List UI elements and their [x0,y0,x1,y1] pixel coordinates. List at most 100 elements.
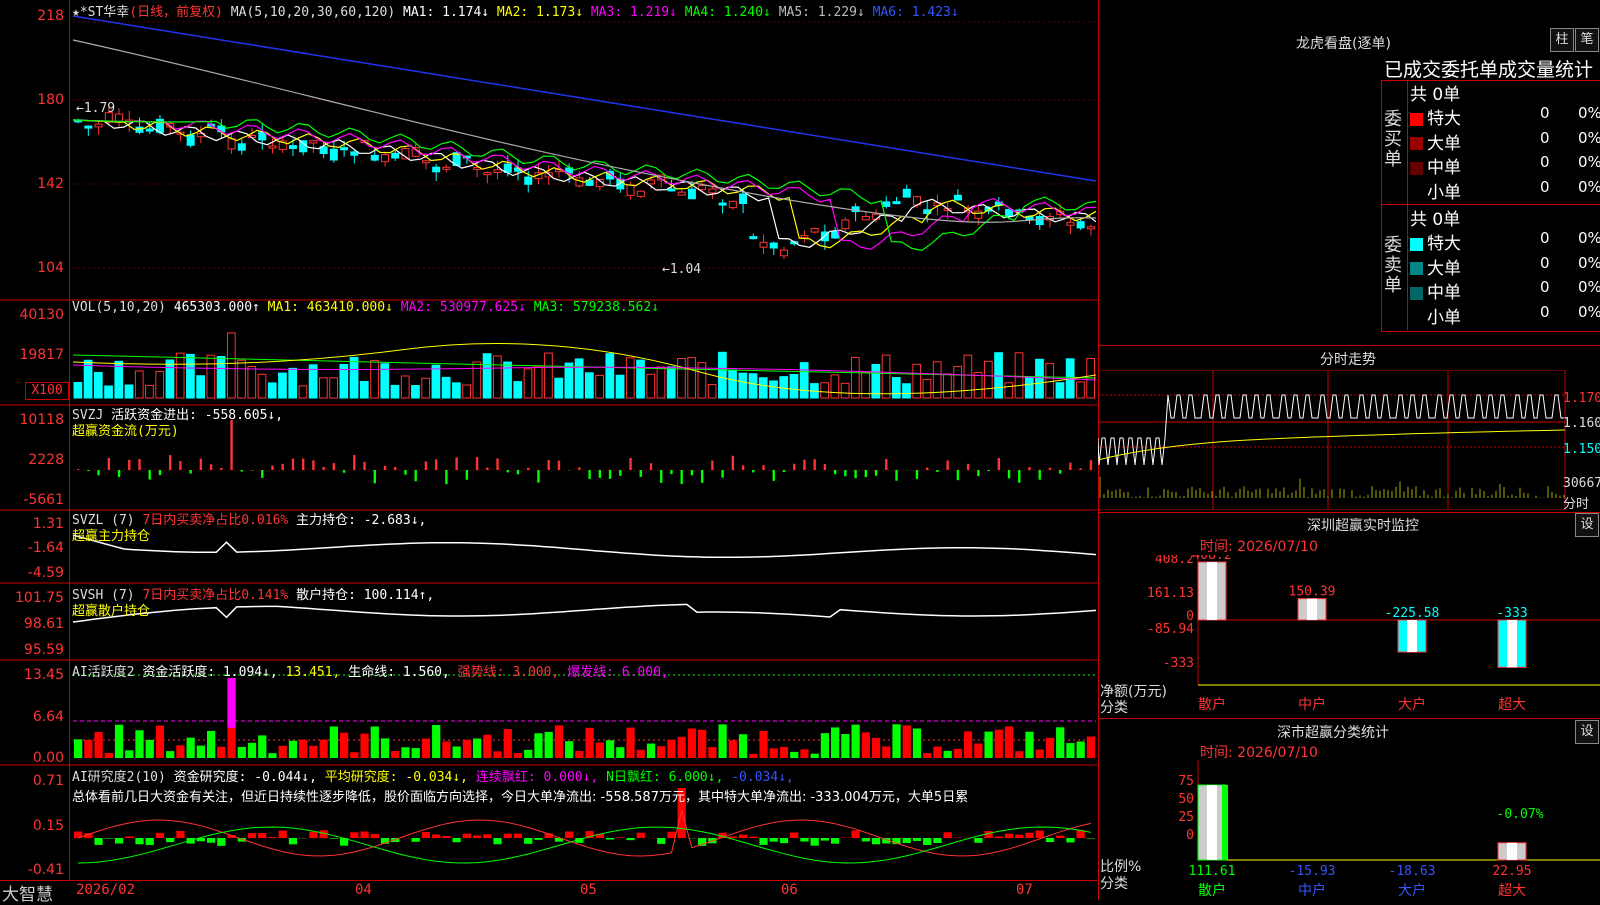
classify-settings-button[interactable]: 设 [1575,720,1599,744]
order-name: 中单 [1427,158,1461,178]
order-row: 大单00% [1410,254,1600,276]
svsh-axis-2: 98.61 [0,616,64,632]
ai-research-a: 资金研究度: -0.044↓, [174,770,317,785]
intraday-avg-line [1098,430,1565,460]
order-row: 大单00% [1410,129,1600,151]
intraday-axis-3: 1.150 [1563,442,1600,457]
svzj-axis-2: 2228 [0,452,64,468]
order-row: 中单00% [1410,278,1600,300]
ma1-value: MA1: 1.174↓ [403,5,489,20]
svzl-axis-2: -1.64 [0,540,64,556]
svzl-sub: 超赢主力持仓 [72,525,150,544]
monitor-xlabel: 分类 [1100,697,1128,717]
classify-bar-shine [1507,843,1517,860]
intraday-chart[interactable] [1098,370,1600,510]
vol-ma2: MA2: 530977.625↓ [401,300,526,315]
ai-active-c: 生命线: 1.560, [348,665,450,680]
classify-bar-value: 22.95 [1492,864,1531,879]
classify-title: 深市超赢分类统计 [1277,722,1389,742]
order-name: 中单 [1427,283,1461,303]
intraday-vol: 30667 [1563,476,1600,491]
order-row: 特大 0 0% [1410,229,1600,251]
ma4-value: MA4: 1.240↓ [685,5,771,20]
monitor-settings-button[interactable]: 设 [1575,513,1599,537]
svzl-value: 主力持仓: -2.683↓, [296,513,426,528]
classify-top-label: -0.07% [1497,807,1544,822]
order-count: 0 [1540,254,1550,272]
bar-mode-button[interactable]: 柱 [1550,28,1574,52]
order-pct: 0% [1578,254,1600,272]
candle-axis-4: 104 [0,260,64,276]
candle-axis-2: 180 [0,92,64,108]
order-color-swatch [1410,311,1423,324]
vol-ma3: MA3: 579238.562↓ [534,300,659,315]
order-color-swatch [1410,162,1423,175]
classify-bar-value: -18.63 [1389,864,1436,879]
monitor-time: 时间: 2026/07/10 [1200,536,1318,556]
monitor-bar-value: -225.58 [1385,606,1440,621]
order-pct: 0% [1578,129,1600,147]
vol-axis-2: 19817 [0,347,64,363]
monitor-axis-tick: -85.94 [1147,622,1194,637]
order-color-swatch [1410,186,1423,199]
monitor-bar-value: 408.2 [1192,555,1231,563]
svsh-ratio: 7日内买卖净占比0.141% [142,588,288,603]
svzl-axis-1: 1.31 [0,516,64,532]
classify-axis-tick: 0 [1186,828,1194,843]
monitor-topline [1098,512,1600,513]
ma3-value: MA3: 1.219↓ [591,5,677,20]
order-pct: 0% [1578,278,1600,296]
vol-unit-button[interactable]: X100 [25,382,69,400]
intraday-axis-2: 1.160 [1563,416,1600,431]
ai-research-axis-2: 0.15 [0,818,64,834]
sell-total: 共 0单 [1410,205,1460,230]
ai-active-a: 资金活跃度: 1.094↓, [142,665,277,680]
high-value: 1.79 [84,101,115,116]
ma5-value: MA5: 1.229↓ [779,5,865,20]
buy-label: 委买单 [1384,110,1402,170]
order-name: 大单 [1427,134,1461,154]
classify-category: 中户 [1298,882,1326,899]
monitor-bar-shine [1307,599,1317,620]
high-marker: ←1.79 [76,101,115,116]
candle-header: ★*ST华幸(日线，前复权) MA(5,10,20,30,60,120) MA1… [72,1,959,20]
vol-header: VOL(5,10,20) 465303.000↑ MA1: 463410.000… [72,300,659,315]
chart-frame [69,0,1099,880]
order-pct: 0% [1578,229,1600,247]
monitor-title: 深圳超赢实时监控 [1307,515,1419,535]
ai-active-axis-3: 0.00 [0,750,64,766]
classify-bar-shine [1207,785,1217,860]
order-count: 0 [1540,303,1550,321]
ai-research-axis-3: -0.41 [0,862,64,878]
ai-research-b: 平均研究度: -0.034↓, [325,770,468,785]
monitor-chart: 408.2161.130-85.94-333408.2散户150.39中户-22… [1098,555,1600,715]
monitor-bar-shine [1507,620,1517,667]
stock-name[interactable]: ★*ST华幸 [72,5,129,20]
monitor-category: 中户 [1298,696,1326,713]
order-color-swatch [1410,238,1423,251]
intraday-axis-1: 1.170 [1563,391,1600,406]
dragon-subtitle: 已成交委托单成交量统计 [1384,55,1593,82]
classify-time: 时间: 2026/07/10 [1200,742,1318,762]
order-color-swatch [1410,262,1423,275]
order-color-swatch [1410,113,1423,126]
monitor-axis-tick: 408.2 [1155,555,1194,567]
ai-research-header: AI研究度2(10) 资金研究度: -0.044↓, 平均研究度: -0.034… [72,766,794,785]
svsh-sub: 超赢散户持仓 [72,600,150,619]
tick-mode-button[interactable]: 笔 [1575,28,1599,52]
period-label: (日线，前复权) [129,5,223,20]
monitor-bar-value: -333 [1496,606,1527,621]
classify-axis-tick: 75 [1178,774,1194,789]
classify-bar-edge [1222,785,1228,860]
order-count: 0 [1540,229,1550,247]
low-marker: ←1.04 [662,262,701,277]
order-row: 小单00% [1410,178,1600,200]
x-tick-1: 2026/02 [76,882,135,898]
x-tick-3: 05 [580,882,597,898]
monitor-category: 散户 [1198,696,1226,713]
order-row: 特大00% [1410,104,1600,126]
vol-value: 465303.000↑ [174,300,260,315]
order-name: 特大 [1427,234,1461,254]
order-pct: 0% [1578,303,1600,321]
intraday-price-line [1098,395,1564,465]
